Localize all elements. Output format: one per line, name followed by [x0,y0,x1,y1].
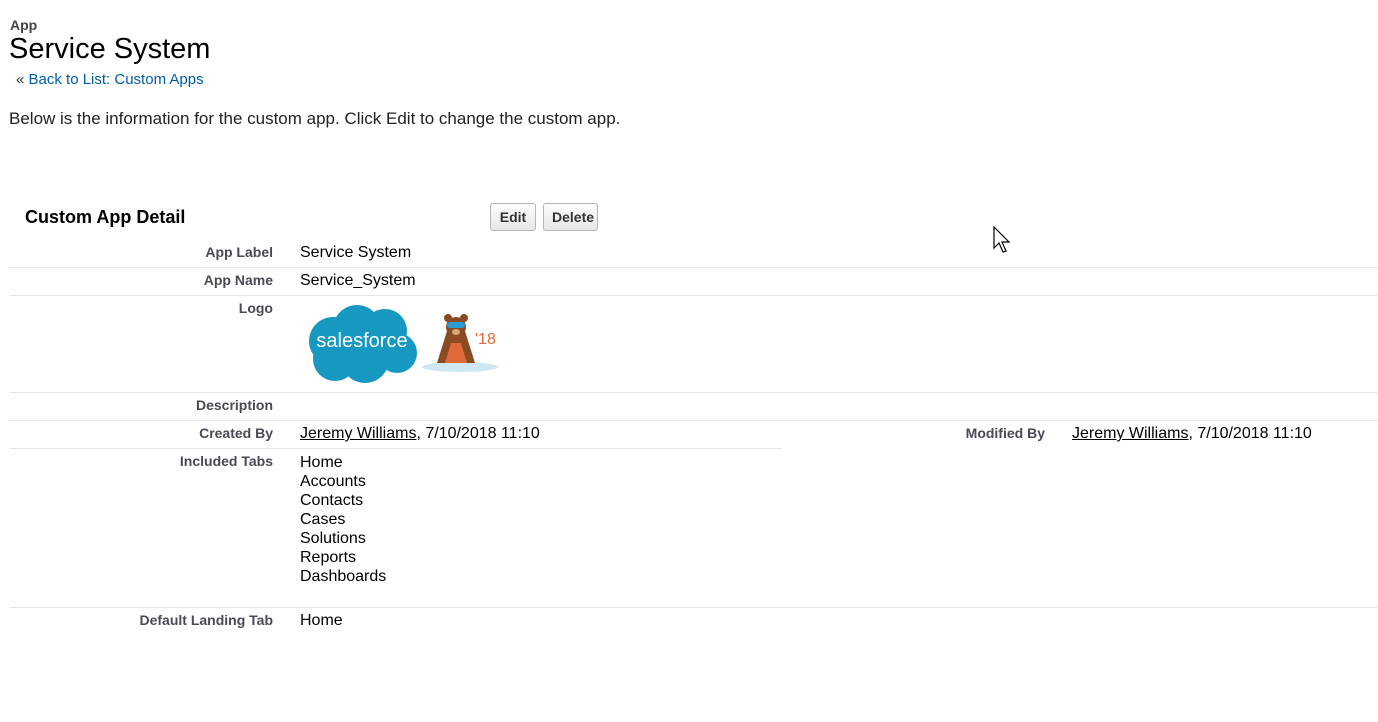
modified-by-label: Modified By [965,425,1045,441]
list-item: Solutions [300,530,366,547]
row-divider [9,267,1378,268]
app-label-label: App Label [205,244,273,260]
list-item: Home [300,454,343,471]
section-title: Custom App Detail [25,207,186,227]
row-divider [9,420,1378,421]
intro-text: Below is the information for the custom … [9,109,621,128]
mouse-cursor-icon [993,225,1013,259]
created-by-label: Created By [199,425,273,441]
svg-text:salesforce: salesforce [316,330,407,352]
row-divider [9,607,1378,608]
salesforce-logo-icon: salesforce '18 [309,305,498,383]
app-label-value: Service System [300,244,412,261]
logo-label: Logo [238,300,273,316]
created-by-date: , 7/10/2018 11:10 [416,425,540,442]
modified-by-date: , 7/10/2018 11:10 [1188,425,1312,442]
list-item: Accounts [300,473,366,490]
created-by-value: Jeremy Williams, 7/10/2018 11:10 [300,425,540,443]
edit-button[interactable]: Edit [490,203,536,231]
row-divider [9,448,782,449]
modified-by-value: Jeremy Williams, 7/10/2018 11:10 [1072,425,1312,443]
svg-text:'18: '18 [475,331,496,348]
created-by-user-link[interactable]: Jeremy Williams [300,425,416,442]
included-tabs-label: Included Tabs [179,453,273,469]
row-divider [9,392,1378,393]
list-item: Contacts [300,492,364,509]
modified-by-user-link[interactable]: Jeremy Williams [1072,425,1188,442]
back-to-list-link[interactable]: Back to List: Custom Apps [29,71,204,88]
app-logo: salesforce '18 [305,303,505,390]
list-item: Dashboards [300,568,387,585]
back-prefix: « [16,71,25,88]
list-item: Reports [300,549,357,566]
page-title: Service System [9,33,211,65]
description-label: Description [195,397,273,413]
delete-button[interactable]: Delete [543,203,598,231]
default-landing-tab-label: Default Landing Tab [139,612,273,628]
included-tabs-list: Home Accounts Contacts Cases Solutions R… [300,453,386,586]
row-divider [9,295,1378,296]
list-item: Cases [300,511,346,528]
app-name-label: App Name [203,272,273,288]
app-name-value: Service_System [300,272,416,289]
breadcrumb: « Back to List: Custom Apps [16,71,204,88]
default-landing-tab-value: Home [300,612,343,629]
page-type-label: App [10,17,38,33]
